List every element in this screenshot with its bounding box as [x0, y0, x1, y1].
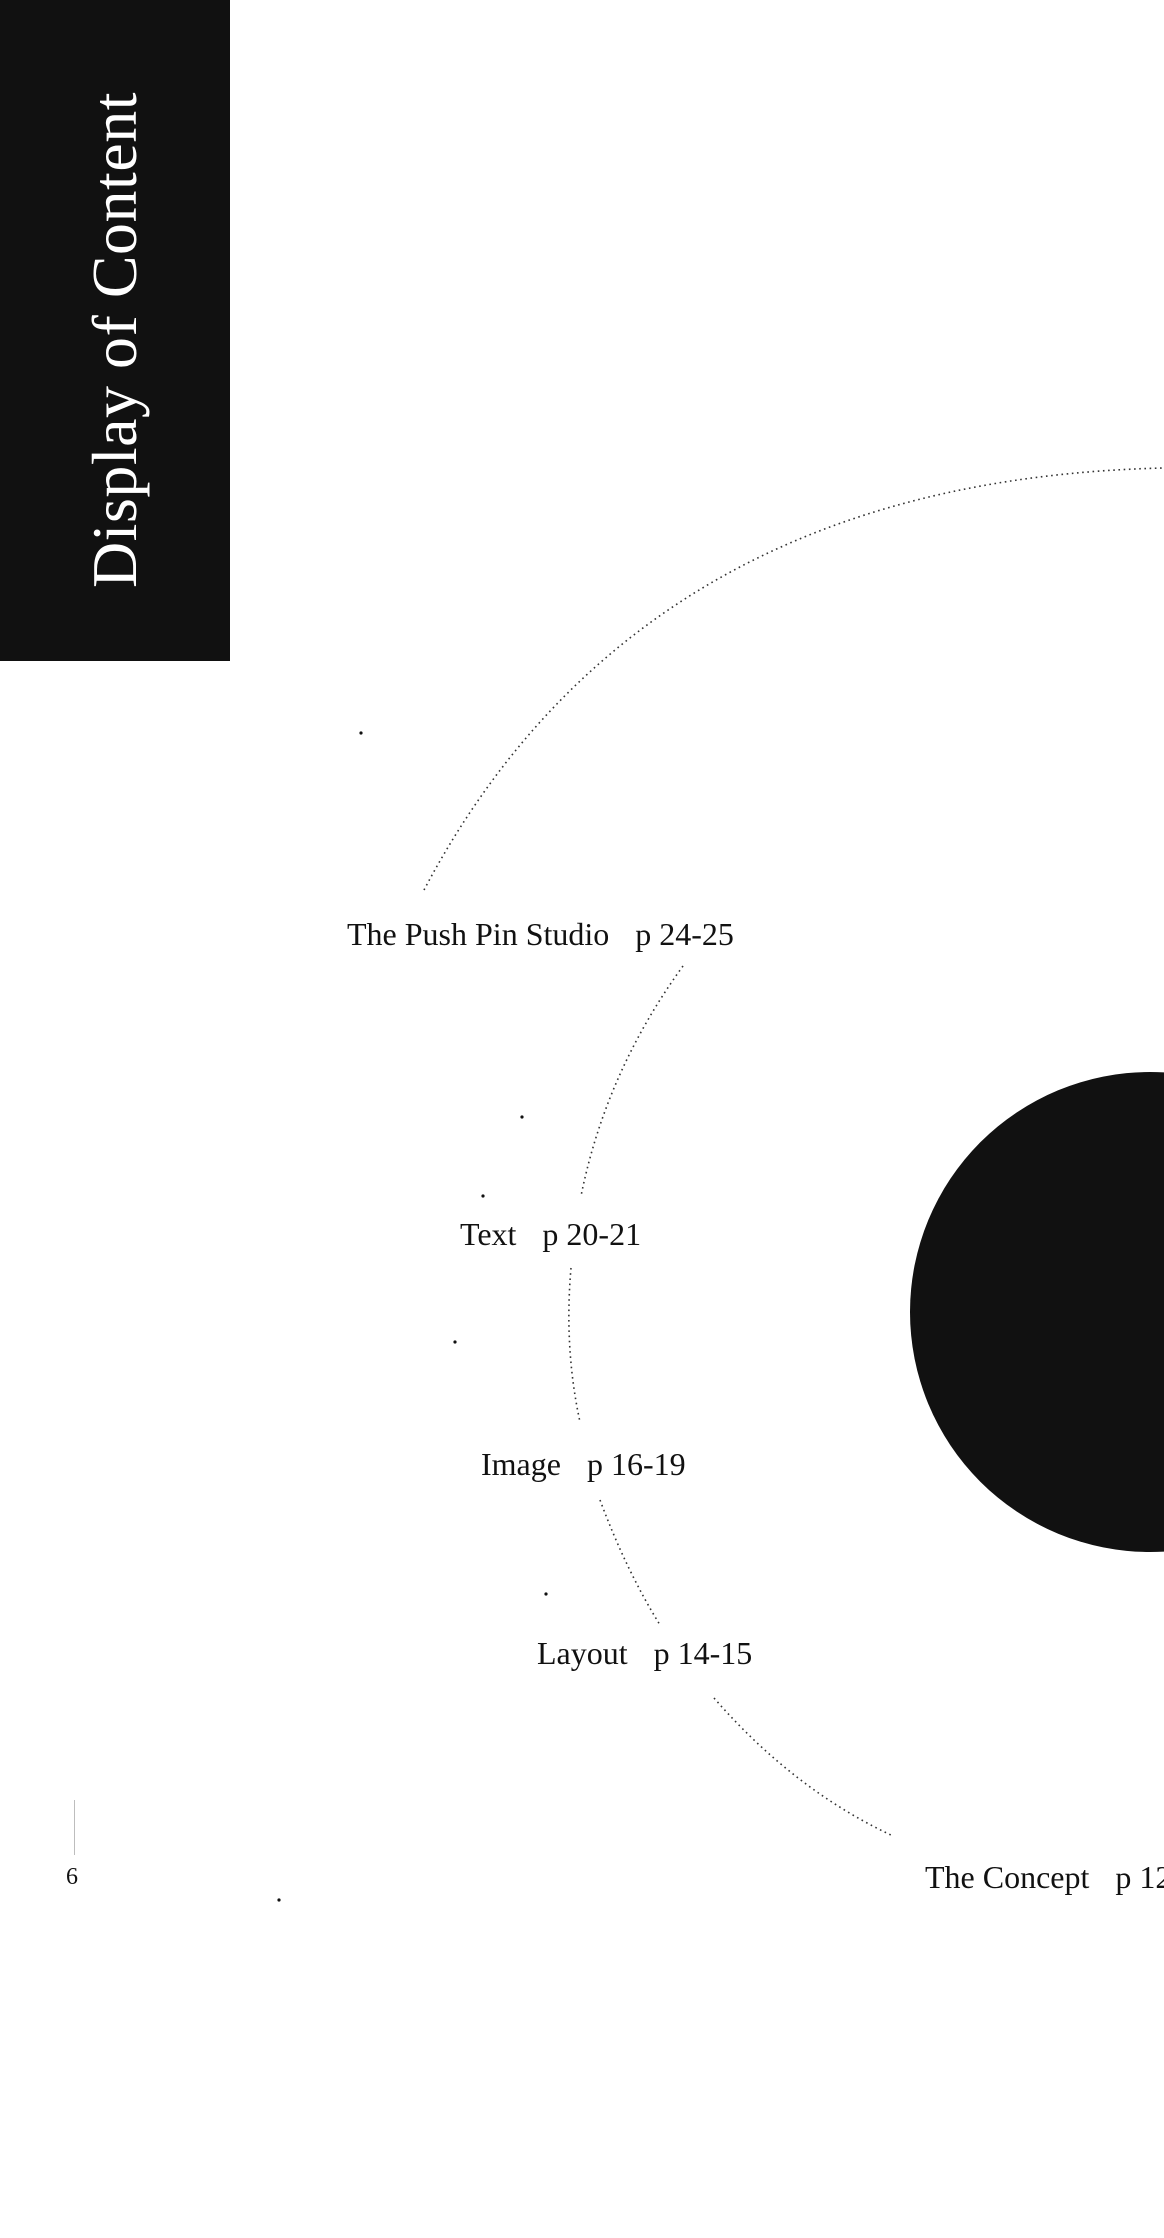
folio-rule	[74, 1800, 75, 1855]
toc-pages: p 20-21	[542, 1216, 642, 1252]
dot	[544, 1592, 548, 1596]
toc-pages: p 24-25	[635, 916, 734, 952]
toc-entry-text[interactable]: Text p 20-21	[460, 1218, 641, 1250]
black-half-circle	[910, 1072, 1164, 1552]
connector-arc-2	[568, 1267, 581, 1423]
connector-arc-3	[599, 1499, 661, 1626]
dot	[453, 1340, 457, 1344]
dot	[277, 1898, 281, 1902]
toc-pages: p 14-15	[653, 1635, 753, 1671]
connector-arc-4	[713, 1697, 894, 1837]
outer-dotted-arc	[423, 467, 1164, 891]
page-number: 6	[66, 1864, 78, 1890]
toc-entry-the-concept[interactable]: The Concept p 12-13	[925, 1861, 1164, 1893]
toc-entry-push-pin-studio[interactable]: The Push Pin Studio p 24-25	[347, 918, 734, 950]
toc-entry-image[interactable]: Image p 16-19	[481, 1448, 686, 1480]
toc-pages: p 12-13	[1115, 1859, 1164, 1895]
dot	[520, 1115, 524, 1119]
toc-label: The Concept	[925, 1859, 1090, 1895]
toc-label: Text	[460, 1216, 517, 1252]
toc-label: The Push Pin Studio	[347, 916, 610, 952]
dot	[359, 731, 363, 735]
toc-label: Layout	[537, 1635, 628, 1671]
decorative-artwork	[277, 467, 1164, 1902]
connector-arc-1	[580, 965, 684, 1197]
toc-label: Image	[481, 1446, 561, 1482]
toc-pages: p 16-19	[586, 1446, 686, 1482]
toc-entry-layout[interactable]: Layout p 14-15	[537, 1637, 752, 1669]
dot	[481, 1194, 485, 1198]
